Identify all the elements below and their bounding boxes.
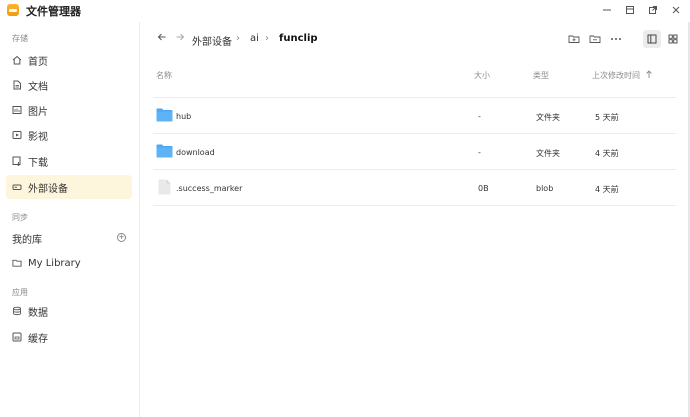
sidebar-item-videos[interactable]: 影视 [6, 123, 132, 147]
file-type: 文件夹 [536, 113, 560, 122]
app-title: 文件管理器 [26, 5, 81, 18]
sidebar-item-images[interactable]: 图片 [6, 98, 132, 122]
list-view-button[interactable] [643, 30, 661, 48]
sidebar-item-label: My Library [28, 257, 81, 269]
folder-icon [156, 144, 173, 160]
section-label-sync: 同步 [12, 213, 28, 222]
file-modified: 4 天前 [595, 149, 619, 158]
section-label-storage: 存储 [12, 34, 28, 43]
minimize-button[interactable] [600, 3, 614, 17]
image-icon [12, 105, 22, 115]
sidebar-item-label: 图片 [28, 106, 48, 118]
folder-icon [12, 258, 22, 268]
database-icon [12, 306, 22, 316]
sidebar-item-cache[interactable]: 缓存 [6, 325, 132, 349]
file-name: hub [176, 112, 192, 121]
maximize-button[interactable] [623, 3, 637, 17]
sidebar-item-label: 缓存 [28, 333, 48, 345]
sidebar-item-label: 数据 [28, 307, 48, 319]
sidebar-item-label: 下载 [28, 157, 48, 169]
grid-view-button[interactable] [664, 30, 682, 48]
new-folder-icon[interactable] [568, 33, 580, 45]
add-library-icon[interactable]: + [117, 233, 126, 242]
column-header-name[interactable]: 名称 [156, 70, 172, 81]
folder-action-icon[interactable] [589, 33, 601, 45]
home-icon [12, 55, 22, 65]
sidebar-item-downloads[interactable]: 下载 [6, 149, 132, 173]
forward-button[interactable] [175, 32, 185, 45]
table-row[interactable]: .success_marker 0B blob 4 天前 [153, 170, 676, 206]
sort-ascending-icon[interactable] [645, 70, 653, 81]
video-icon [12, 130, 22, 140]
chevron-right-icon: › [236, 33, 240, 44]
sidebar-item-label: 影视 [28, 131, 48, 143]
toolbar: 外部设备 › ai › funclip [141, 22, 690, 56]
breadcrumb-item[interactable]: ai [250, 33, 259, 44]
file-modified: 4 天前 [595, 185, 619, 194]
popout-button[interactable] [646, 3, 660, 17]
close-button[interactable] [669, 3, 683, 17]
table-row[interactable]: hub - 文件夹 5 天前 [153, 98, 676, 134]
more-icon[interactable] [610, 33, 622, 45]
file-type: blob [536, 184, 554, 193]
file-name: download [176, 148, 215, 157]
breadcrumb-item[interactable]: 外部设备 [192, 33, 232, 48]
back-button[interactable] [157, 32, 167, 45]
my-library-title: 我的库 [12, 235, 42, 246]
window-controls [600, 3, 683, 17]
folder-icon [156, 108, 173, 124]
sidebar-item-home[interactable]: 首页 [6, 48, 132, 72]
file-size: 0B [478, 184, 489, 193]
file-size: - [478, 148, 481, 157]
file-size: - [478, 112, 481, 121]
table-row[interactable]: download - 文件夹 4 天前 [153, 134, 676, 170]
sidebar-item-external-devices[interactable]: 外部设备 [6, 175, 132, 199]
file-icon [158, 179, 171, 197]
drive-icon [12, 182, 22, 192]
file-name: .success_marker [176, 184, 243, 193]
title-bar: 文件管理器 [0, 0, 690, 22]
sidebar-item-data[interactable]: 数据 [6, 299, 132, 323]
download-icon [12, 156, 22, 166]
table-header: 名称 大小 类型 上次修改时间 [141, 70, 690, 90]
sidebar-item-label: 外部设备 [28, 183, 68, 195]
column-header-type[interactable]: 类型 [533, 70, 549, 81]
sidebar-item-label: 首页 [28, 56, 48, 68]
sidebar-item-my-library[interactable]: My Library [6, 251, 132, 275]
column-header-modified[interactable]: 上次修改时间 [592, 70, 640, 81]
app-logo-icon [7, 4, 19, 16]
section-label-apps: 应用 [12, 288, 28, 297]
sidebar-item-documents[interactable]: 文档 [6, 73, 132, 97]
sidebar: 存储 首页 文档 图片 影视 下载 外部设备 同步 我的库 + My Libra… [0, 22, 140, 417]
document-icon [12, 80, 22, 90]
chevron-right-icon: › [265, 33, 269, 44]
column-header-size[interactable]: 大小 [474, 70, 490, 81]
file-type: 文件夹 [536, 149, 560, 158]
cache-icon [12, 332, 22, 342]
sidebar-item-label: 文档 [28, 81, 48, 93]
main-panel: 外部设备 › ai › funclip 名称 大小 类型 上次修改时间 hub … [141, 22, 690, 417]
breadcrumb-current[interactable]: funclip [279, 33, 318, 44]
file-modified: 5 天前 [595, 113, 619, 122]
